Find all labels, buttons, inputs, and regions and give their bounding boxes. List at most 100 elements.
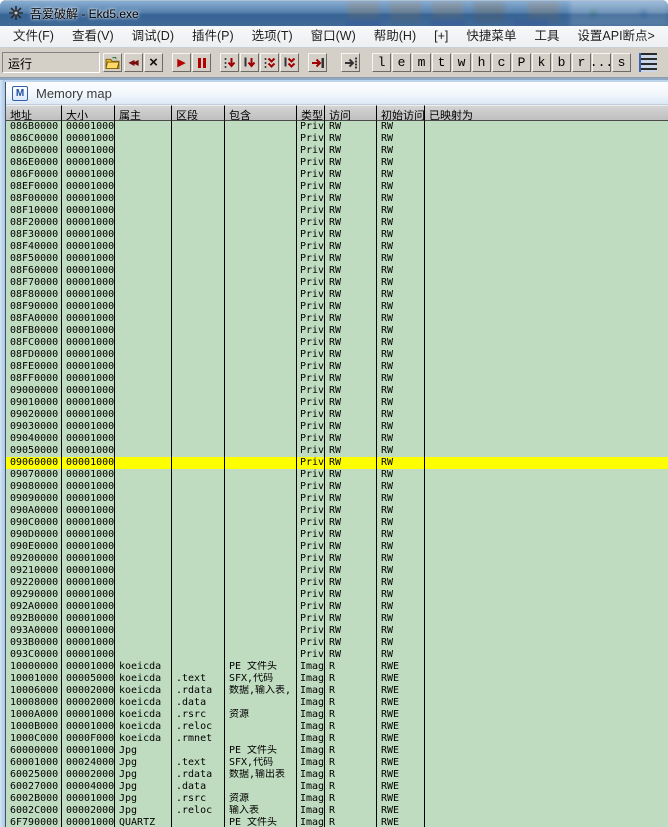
table-row[interactable]: 09200000 00001000 Priv RW RW xyxy=(6,553,668,565)
close-program-button[interactable]: × xyxy=(144,53,163,72)
toolbar-letter-button[interactable]: b xyxy=(552,53,571,72)
table-row[interactable]: 09050000 00001000 Priv RW RW xyxy=(6,445,668,457)
column-header-owner[interactable]: 属主 xyxy=(115,105,172,121)
table-row[interactable]: 09010000 00001000 Priv RW RW xyxy=(6,397,668,409)
table-row[interactable]: 08FD0000 00001000 Priv RW RW xyxy=(6,349,668,361)
table-row[interactable]: 09290000 00001000 Priv RW RW xyxy=(6,589,668,601)
column-header-initial_access[interactable]: 初始访问 xyxy=(377,105,425,121)
execute-till-return-button[interactable] xyxy=(308,53,327,72)
toolbar-letter-button[interactable]: e xyxy=(392,53,411,72)
table-row[interactable]: 09070000 00001000 Priv RW RW xyxy=(6,469,668,481)
table-row[interactable]: 09040000 00001000 Priv RW RW xyxy=(6,433,668,445)
step-into-button[interactable] xyxy=(220,53,239,72)
table-row[interactable]: 10006000 00002000 koeicda .rdata 数据,输入表, Imag… xyxy=(6,685,668,697)
toolbar-overflow-icon[interactable] xyxy=(639,53,657,72)
menu-item[interactable]: 查看(V) xyxy=(63,26,123,47)
table-row[interactable]: 09060000 00001000 Priv RW RW xyxy=(6,457,668,469)
table-row[interactable]: 093C0000 00001000 Priv RW RW xyxy=(6,649,668,661)
table-row[interactable]: 09000000 00001000 Priv RW RW xyxy=(6,385,668,397)
go-to-address-button[interactable] xyxy=(341,53,360,72)
table-row[interactable]: 090D0000 00001000 Priv RW RW xyxy=(6,529,668,541)
animate-over-button[interactable] xyxy=(280,53,299,72)
table-row[interactable]: 60025000 00002000 Jpg .rdata 数据,输出表 Imag R RWE xyxy=(6,769,668,781)
table-row[interactable]: 08F20000 00001000 Priv RW RW xyxy=(6,217,668,229)
step-over-button[interactable] xyxy=(240,53,259,72)
table-row[interactable]: 086D0000 00001000 Priv RW RW xyxy=(6,145,668,157)
open-file-button[interactable] xyxy=(103,53,122,72)
table-row[interactable]: 10001000 00005000 koeicda .text SFX,代码 Imag R R… xyxy=(6,673,668,685)
table-row[interactable]: 09080000 00001000 Priv RW RW xyxy=(6,481,668,493)
column-header-mapped_as[interactable]: 已映射为 xyxy=(425,105,668,121)
menu-item[interactable]: 调试(D) xyxy=(123,26,183,47)
column-header-size[interactable]: 大小 xyxy=(62,105,115,121)
toolbar-letter-button[interactable]: t xyxy=(432,53,451,72)
run-button[interactable]: ▶ xyxy=(172,53,191,72)
table-row[interactable]: 086B0000 00001000 Priv RW RW xyxy=(6,121,668,133)
toolbar-letter-button[interactable]: c xyxy=(492,53,511,72)
table-row[interactable]: 60000000 00001000 Jpg PE 文件头 Imag R RWE xyxy=(6,745,668,757)
table-row[interactable]: 10008000 00002000 koeicda .data Imag R RWE xyxy=(6,697,668,709)
table-row[interactable]: 09090000 00001000 Priv RW RW xyxy=(6,493,668,505)
table-row[interactable]: 08EF0000 00001000 Priv RW RW xyxy=(6,181,668,193)
table-row[interactable]: 086C0000 00001000 Priv RW RW xyxy=(6,133,668,145)
table-row[interactable]: 08F40000 00001000 Priv RW RW xyxy=(6,241,668,253)
toolbar-letter-button[interactable]: w xyxy=(452,53,471,72)
toolbar-letter-button[interactable]: ... xyxy=(590,53,613,72)
table-row[interactable]: 08F30000 00001000 Priv RW RW xyxy=(6,229,668,241)
column-header-contains[interactable]: 包含 xyxy=(225,105,297,121)
memory-map-titlebar[interactable]: M Memory map xyxy=(6,82,668,105)
table-row[interactable]: 60027000 00004000 Jpg .data Imag R RWE xyxy=(6,781,668,793)
table-row[interactable]: 086E0000 00001000 Priv RW RW xyxy=(6,157,668,169)
table-row[interactable]: 093B0000 00001000 Priv RW RW xyxy=(6,637,668,649)
table-row[interactable]: 08F90000 00001000 Priv RW RW xyxy=(6,301,668,313)
table-row[interactable]: 08F60000 00001000 Priv RW RW xyxy=(6,265,668,277)
menu-item[interactable]: 选项(T) xyxy=(243,26,302,47)
table-row[interactable]: 08F10000 00001000 Priv RW RW xyxy=(6,205,668,217)
table-row[interactable]: 09020000 00001000 Priv RW RW xyxy=(6,409,668,421)
memory-map-icon[interactable]: M xyxy=(12,85,28,101)
table-row[interactable]: 090A0000 00001000 Priv RW RW xyxy=(6,505,668,517)
toolbar-letter-button[interactable]: P xyxy=(512,53,531,72)
table-row[interactable]: 08F70000 00001000 Priv RW RW xyxy=(6,277,668,289)
toolbar-letter-button[interactable]: r xyxy=(572,53,591,72)
table-row[interactable]: 08F50000 00001000 Priv RW RW xyxy=(6,253,668,265)
table-row[interactable]: 093A0000 00001000 Priv RW RW xyxy=(6,625,668,637)
table-row[interactable]: 086F0000 00001000 Priv RW RW xyxy=(6,169,668,181)
menu-item[interactable]: 窗口(W) xyxy=(302,26,365,47)
menu-item[interactable]: 快捷菜单 xyxy=(457,26,525,47)
table-row[interactable]: 09210000 00001000 Priv RW RW xyxy=(6,565,668,577)
table-row[interactable]: 10000000 00001000 koeicda PE 文件头 Imag R RWE xyxy=(6,661,668,673)
table-row[interactable]: 60001000 00024000 Jpg .text SFX,代码 Imag R RWE xyxy=(6,757,668,769)
menu-item[interactable]: [+] xyxy=(425,26,457,47)
table-row[interactable]: 090E0000 00001000 Priv RW RW xyxy=(6,541,668,553)
table-row[interactable]: 6002C000 00002000 Jpg .reloc 输入表 Imag R RWE xyxy=(6,805,668,817)
table-row[interactable]: 6002B000 00001000 Jpg .rsrc 资源 Imag R RWE xyxy=(6,793,668,805)
column-header-access[interactable]: 访问 xyxy=(325,105,377,121)
menu-item[interactable]: 设置API断点> xyxy=(568,26,663,47)
table-row[interactable]: 6F790000 00001000 QUARTZ PE 文件头 Imag R RWE xyxy=(6,817,668,827)
table-row[interactable]: 1000A000 00001000 koeicda .rsrc 资源 Imag R RWE xyxy=(6,709,668,721)
table-row[interactable]: 08F80000 00001000 Priv RW RW xyxy=(6,289,668,301)
table-row[interactable]: 08FC0000 00001000 Priv RW RW xyxy=(6,337,668,349)
table-row[interactable]: 1000C000 0000F000 koeicda .rmnet Imag R RWE xyxy=(6,733,668,745)
table-row[interactable]: 08FA0000 00001000 Priv RW RW xyxy=(6,313,668,325)
toolbar-letter-button[interactable]: l xyxy=(372,53,391,72)
table-row[interactable]: 092B0000 00001000 Priv RW RW xyxy=(6,613,668,625)
table-row[interactable]: 08FF0000 00001000 Priv RW RW xyxy=(6,373,668,385)
toolbar-letter-button[interactable]: m xyxy=(412,53,431,72)
restart-button[interactable]: ◀◀ xyxy=(124,53,143,72)
toolbar-letter-button[interactable]: k xyxy=(532,53,551,72)
menu-item[interactable]: 插件(P) xyxy=(183,26,243,47)
menu-item[interactable]: 工具 xyxy=(525,26,568,47)
table-row[interactable]: 08F00000 00001000 Priv RW RW xyxy=(6,193,668,205)
table-row[interactable]: 09030000 00001000 Priv RW RW xyxy=(6,421,668,433)
table-row[interactable]: 09220000 00001000 Priv RW RW xyxy=(6,577,668,589)
table-row[interactable]: 1000B000 00001000 koeicda .reloc Imag R RWE xyxy=(6,721,668,733)
toolbar-letter-button[interactable]: s xyxy=(612,53,631,72)
table-row[interactable]: 092A0000 00001000 Priv RW RW xyxy=(6,601,668,613)
title-bar[interactable]: 吾爱破解 - Ekd5.exe xyxy=(0,0,668,26)
menu-item[interactable]: 帮助(H) xyxy=(365,26,425,47)
table-row[interactable]: 090C0000 00001000 Priv RW RW xyxy=(6,517,668,529)
animate-into-button[interactable] xyxy=(260,53,279,72)
table-row[interactable]: 08FE0000 00001000 Priv RW RW xyxy=(6,361,668,373)
